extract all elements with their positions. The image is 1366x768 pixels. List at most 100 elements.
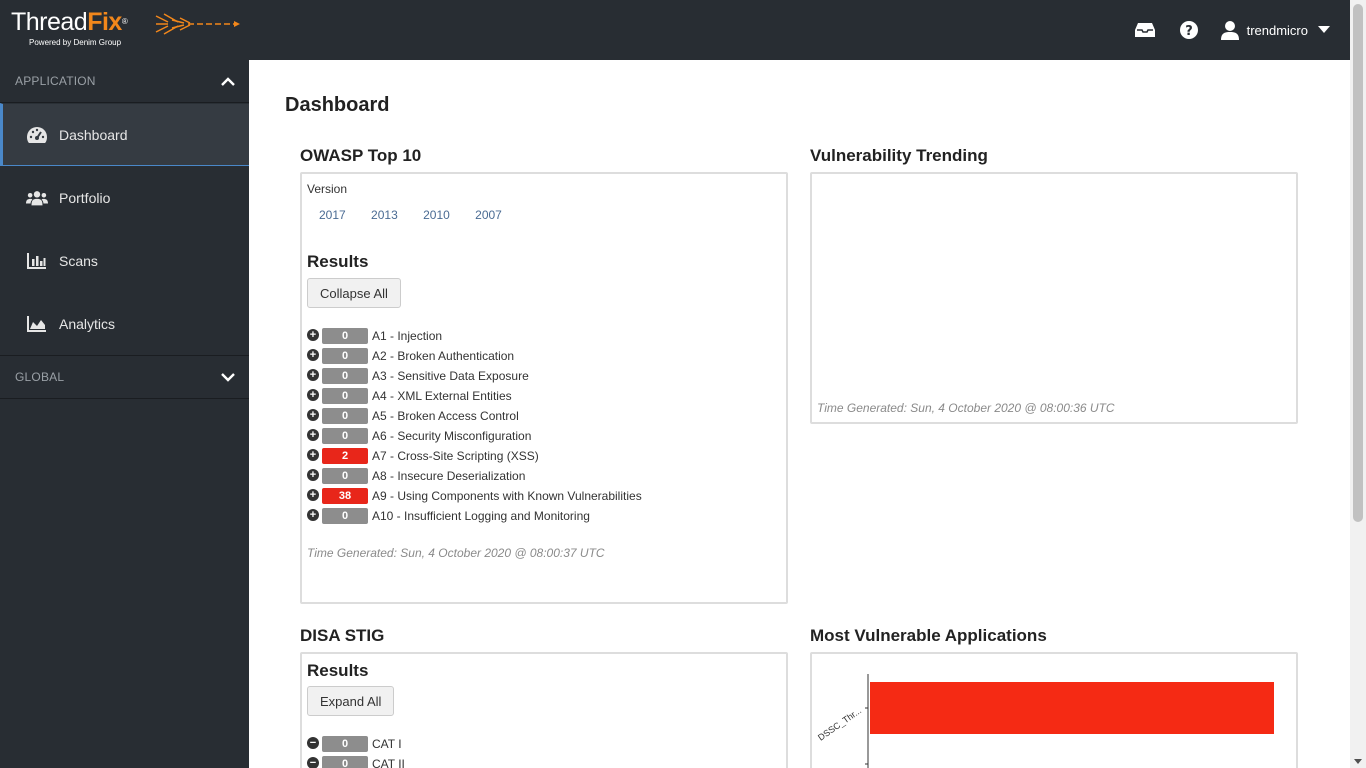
count-badge: 2 xyxy=(322,448,368,464)
count-badge: 0 xyxy=(322,756,368,768)
bar-0[interactable] xyxy=(870,682,1274,734)
sidebar-item-scans[interactable]: Scans xyxy=(0,229,249,292)
list-item: +0 A2 - Broken Authentication xyxy=(307,346,642,366)
disa-panel: Results Expand All −0 CAT I −0 CAT II xyxy=(300,652,788,768)
chevron-up-icon xyxy=(221,76,235,86)
expand-icon[interactable]: + xyxy=(307,428,319,441)
version-links: 2017 2013 2010 2007 xyxy=(319,208,524,222)
sidebar-item-label: Analytics xyxy=(59,315,116,332)
list-item: +0 A6 - Security Misconfiguration xyxy=(307,426,642,446)
area-chart-icon xyxy=(26,314,48,334)
list-item: −0 CAT II xyxy=(307,754,405,768)
y-tick-label: DSSC_Thr... xyxy=(816,705,863,742)
disa-panel-title: DISA STIG xyxy=(300,626,385,645)
expand-icon[interactable]: + xyxy=(307,328,319,341)
list-item: +0 A3 - Sensitive Data Exposure xyxy=(307,366,642,386)
owasp-results-list: +0 A1 - Injection +0 A2 - Broken Authentic… xyxy=(307,326,642,526)
owasp-panel: Version 2017 2013 2010 2007 Results Coll… xyxy=(300,172,788,604)
dashboard-icon xyxy=(26,125,48,145)
trending-panel: Time Generated: Sun, 4 October 2020 @ 08… xyxy=(810,172,1298,424)
count-badge: 0 xyxy=(322,508,368,524)
owasp-panel-title: OWASP Top 10 xyxy=(300,146,422,165)
sidebar-item-label: Dashboard xyxy=(59,126,128,143)
page-scrollbar[interactable] xyxy=(1350,0,1366,768)
owasp-category-link[interactable]: A8 - Insecure Deserialization xyxy=(372,469,525,483)
section-application-label: APPLICATION xyxy=(15,74,96,88)
section-global[interactable]: GLOBAL xyxy=(0,356,249,399)
trending-panel-title: Vulnerability Trending xyxy=(810,146,988,165)
sidebar-item-analytics[interactable]: Analytics xyxy=(0,292,249,355)
version-link-2007[interactable]: 2007 xyxy=(475,208,502,222)
sidebar-item-dashboard[interactable]: Dashboard xyxy=(0,103,249,166)
logo-tagline: Powered by Denim Group xyxy=(29,38,122,47)
expand-icon[interactable]: + xyxy=(307,488,319,501)
list-item: +2 A7 - Cross-Site Scripting (XSS) xyxy=(307,446,642,466)
trending-time-generated: Time Generated: Sun, 4 October 2020 @ 08… xyxy=(817,401,1115,415)
section-application[interactable]: APPLICATION xyxy=(0,60,249,103)
count-badge: 0 xyxy=(322,468,368,484)
sidebar-item-label: Portfolio xyxy=(59,189,111,206)
disa-category-link[interactable]: CAT I xyxy=(372,737,402,751)
disa-results-heading: Results xyxy=(307,661,369,680)
user-icon xyxy=(1220,20,1239,40)
owasp-category-link[interactable]: A10 - Insufficient Logging and Monitorin… xyxy=(372,509,590,523)
caret-down-icon xyxy=(1318,26,1330,33)
expand-icon[interactable]: + xyxy=(307,368,319,381)
most-vulnerable-chart: DSSC_Thr... xyxy=(816,674,1274,768)
most-vulnerable-panel: DSSC_Thr... xyxy=(810,652,1298,768)
count-badge: 0 xyxy=(322,368,368,384)
page-title: Dashboard xyxy=(285,94,390,116)
version-link-2013[interactable]: 2013 xyxy=(371,208,398,222)
collapse-icon[interactable]: − xyxy=(307,756,319,768)
most-vulnerable-panel-title: Most Vulnerable Applications xyxy=(810,626,1047,645)
list-item: +0 A5 - Broken Access Control xyxy=(307,406,642,426)
owasp-results-heading: Results xyxy=(307,252,369,271)
owasp-category-link[interactable]: A2 - Broken Authentication xyxy=(372,349,514,363)
list-item: +0 A1 - Injection xyxy=(307,326,642,346)
owasp-category-link[interactable]: A4 - XML External Entities xyxy=(372,389,512,403)
expand-icon[interactable]: + xyxy=(307,408,319,421)
count-badge: 0 xyxy=(322,348,368,364)
scrollbar-thumb[interactable] xyxy=(1353,4,1363,522)
list-item: +0 A10 - Insufficient Logging and Monitor… xyxy=(307,506,642,526)
list-item: +38 A9 - Using Components with Known Vuln… xyxy=(307,486,642,506)
version-link-2010[interactable]: 2010 xyxy=(423,208,450,222)
expand-all-button[interactable]: Expand All xyxy=(307,686,395,716)
expand-icon[interactable]: + xyxy=(307,388,319,401)
scroll-down-arrow-icon[interactable] xyxy=(1354,759,1362,764)
threadfix-logo[interactable]: ThreadFix® Powered by Denim Group xyxy=(11,8,128,47)
owasp-category-link[interactable]: A6 - Security Misconfiguration xyxy=(372,429,531,443)
expand-icon[interactable]: + xyxy=(307,448,319,461)
count-badge: 0 xyxy=(322,428,368,444)
owasp-category-link[interactable]: A7 - Cross-Site Scripting (XSS) xyxy=(372,449,539,463)
expand-icon[interactable]: + xyxy=(307,468,319,481)
top-header: ThreadFix® Powered by Denim Group ? tren… xyxy=(0,0,1350,60)
owasp-category-link[interactable]: A9 - Using Components with Known Vulnera… xyxy=(372,489,642,503)
inbox-icon[interactable] xyxy=(1133,18,1157,42)
count-badge: 38 xyxy=(322,488,368,504)
version-link-2017[interactable]: 2017 xyxy=(319,208,346,222)
count-badge: 0 xyxy=(322,388,368,404)
list-item: −0 CAT I xyxy=(307,734,405,754)
help-icon[interactable]: ? xyxy=(1177,18,1201,42)
user-menu[interactable]: trendmicro xyxy=(1220,20,1330,40)
sidebar-item-label: Scans xyxy=(59,252,98,269)
expand-icon[interactable]: + xyxy=(307,348,319,361)
count-badge: 0 xyxy=(322,408,368,424)
collapse-icon[interactable]: − xyxy=(307,736,319,749)
owasp-category-link[interactable]: A3 - Sensitive Data Exposure xyxy=(372,369,529,383)
disa-category-link[interactable]: CAT II xyxy=(372,757,405,768)
disa-results-list: −0 CAT I −0 CAT II xyxy=(307,734,405,768)
sidebar: APPLICATION Dashboard Portfolio Scans An… xyxy=(0,60,249,768)
owasp-category-link[interactable]: A5 - Broken Access Control xyxy=(372,409,519,423)
users-icon xyxy=(26,188,48,208)
version-label: Version xyxy=(307,182,348,196)
collapse-all-button[interactable]: Collapse All xyxy=(307,278,401,308)
owasp-category-link[interactable]: A1 - Injection xyxy=(372,329,442,343)
owasp-time-generated: Time Generated: Sun, 4 October 2020 @ 08… xyxy=(307,546,605,560)
sidebar-item-portfolio[interactable]: Portfolio xyxy=(0,166,249,229)
count-badge: 0 xyxy=(322,328,368,344)
svg-text:?: ? xyxy=(1185,24,1193,39)
expand-icon[interactable]: + xyxy=(307,508,319,521)
list-item: +0 A4 - XML External Entities xyxy=(307,386,642,406)
